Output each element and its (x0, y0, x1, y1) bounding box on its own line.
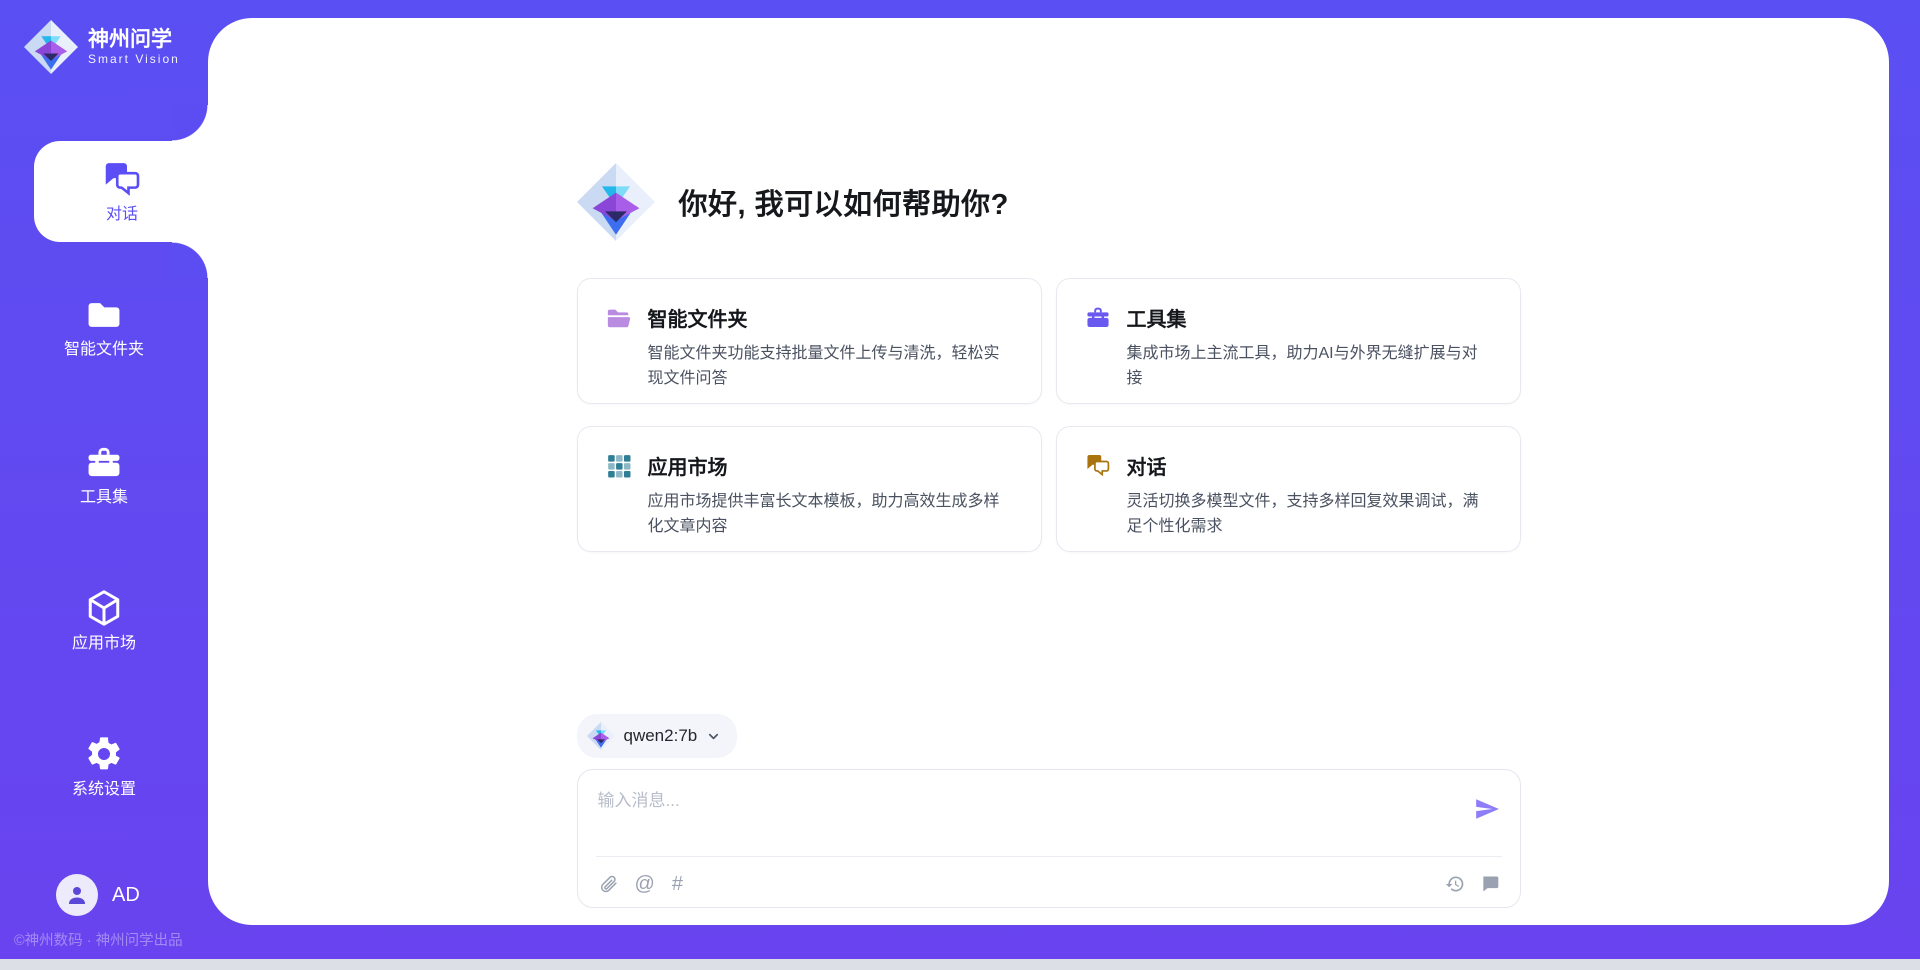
card-description: 灵活切换多模型文件，支持多样回复效果调试，满足个性化需求 (1127, 489, 1492, 539)
toolbox-icon (85, 444, 123, 482)
card-header: 工具集 (1085, 303, 1492, 332)
window-bottom-strip (0, 959, 1920, 970)
sidebar-item-app-market[interactable]: 应用市场 (0, 588, 208, 653)
sidebar-item-label: 智能文件夹 (64, 341, 144, 359)
card-description: 智能文件夹功能支持批量文件上传与清洗，轻松实现文件问答 (648, 341, 1013, 391)
history-icon[interactable] (1445, 874, 1465, 894)
brand-subtitle: Smart Vision (88, 52, 180, 66)
feature-cards: 智能文件夹 智能文件夹功能支持批量文件上传与清洗，轻松实现文件问答 工具集 集成… (577, 278, 1521, 552)
model-label: qwen2:7b (624, 726, 698, 746)
card-smart-folder[interactable]: 智能文件夹 智能文件夹功能支持批量文件上传与清洗，轻松实现文件问答 (577, 278, 1042, 404)
card-app-market[interactable]: 应用市场 应用市场提供丰富长文本模板，助力高效生成多样化文章内容 (577, 426, 1042, 552)
composer: qwen2:7b @ # (577, 714, 1521, 908)
brand-text: 神州问学 Smart Vision (88, 28, 180, 66)
model-selector[interactable]: qwen2:7b (577, 714, 738, 758)
toolbox-icon (1085, 305, 1111, 331)
card-header: 智能文件夹 (606, 303, 1013, 332)
message-input[interactable] (598, 786, 1440, 848)
card-title: 对话 (1127, 451, 1167, 480)
copyright-text: ©神州数码 · 神州问学出品 (14, 929, 183, 950)
person-icon (65, 883, 89, 907)
at-icon[interactable]: @ (635, 874, 655, 894)
card-title: 智能文件夹 (648, 303, 748, 332)
avatar (56, 874, 98, 916)
sidebar-item-smart-folder[interactable]: 智能文件夹 (0, 296, 208, 359)
card-title: 工具集 (1127, 303, 1187, 332)
toolbar-right (1445, 874, 1500, 894)
model-diamond-icon (587, 722, 615, 750)
content-column: 你好, 我可以如何帮助你? 智能文件夹 智能文件夹功能支持批量文件上传与清洗，轻… (577, 18, 1521, 925)
gear-icon (84, 734, 124, 774)
message-input-box: @ # (577, 769, 1521, 908)
grid-icon (606, 453, 632, 479)
card-chat[interactable]: 对话 灵活切换多模型文件，支持多样回复效果调试，满足个性化需求 (1056, 426, 1521, 552)
sidebar-item-label: 应用市场 (72, 635, 136, 653)
folder-open-icon (606, 305, 632, 331)
sidebar-item-label: 系统设置 (72, 781, 136, 799)
input-divider (596, 856, 1502, 857)
folder-icon (85, 296, 123, 334)
sidebar-item-label: 工具集 (80, 489, 128, 507)
card-header: 应用市场 (606, 451, 1013, 480)
brand-diamond-icon (24, 20, 78, 74)
comment-icon[interactable] (1480, 874, 1500, 894)
user-row[interactable]: AD (56, 874, 140, 916)
card-description: 集成市场上主流工具，助力AI与外界无缝扩展与对接 (1127, 341, 1492, 391)
brand-diamond-icon (577, 163, 655, 241)
card-title: 应用市场 (648, 451, 728, 480)
sidebar-item-settings[interactable]: 系统设置 (0, 734, 208, 799)
app: { "brand": { "name": "神州问学", "subtitle":… (0, 0, 1920, 970)
greeting-title: 你好, 我可以如何帮助你? (679, 181, 1009, 223)
card-toolset[interactable]: 工具集 集成市场上主流工具，助力AI与外界无缝扩展与对接 (1056, 278, 1521, 404)
chat-icon (102, 160, 142, 200)
chevron-down-icon (706, 729, 721, 744)
greeting-row: 你好, 我可以如何帮助你? (577, 163, 1009, 241)
card-header: 对话 (1085, 451, 1492, 480)
brand-name: 神州问学 (88, 28, 180, 52)
chat-icon (1085, 453, 1111, 479)
user-initials: AD (112, 884, 140, 907)
card-description: 应用市场提供丰富长文本模板，助力高效生成多样化文章内容 (648, 489, 1013, 539)
sidebar-item-toolset[interactable]: 工具集 (0, 444, 208, 507)
cube-icon (84, 588, 124, 628)
main-content-panel: 你好, 我可以如何帮助你? 智能文件夹 智能文件夹功能支持批量文件上传与清洗，轻… (208, 18, 1889, 925)
sidebar-item-chat[interactable]: 对话 (34, 141, 210, 242)
send-icon[interactable] (1474, 796, 1500, 822)
brand: 神州问学 Smart Vision (24, 20, 180, 74)
input-toolbar: @ # (598, 874, 1500, 894)
sidebar-item-label: 对话 (106, 206, 138, 224)
paperclip-icon[interactable] (598, 874, 618, 894)
hash-icon[interactable]: # (672, 874, 683, 894)
